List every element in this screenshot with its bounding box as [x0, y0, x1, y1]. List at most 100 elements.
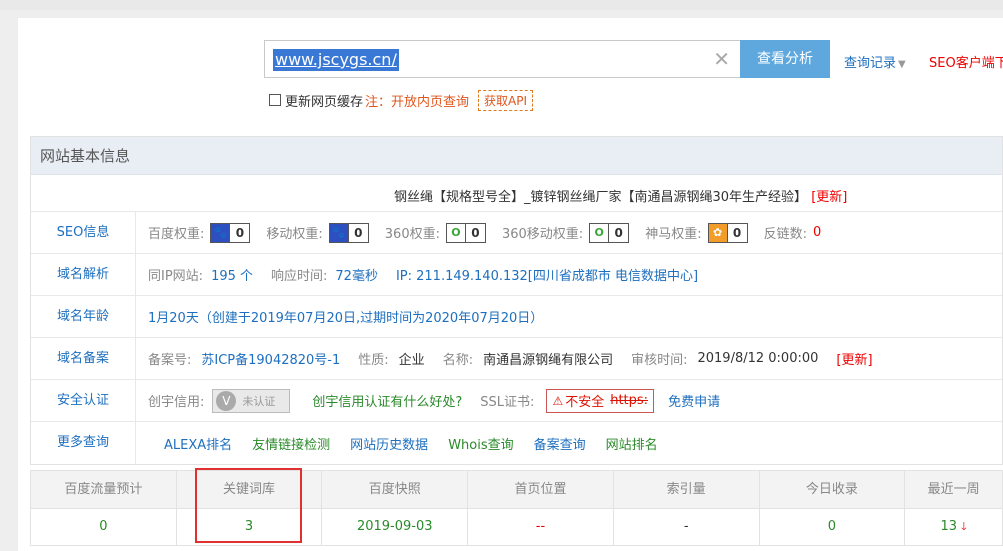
- audit-time-value: 2019/8/12 0:00:00: [697, 351, 819, 366]
- paw-icon: 🐾: [211, 223, 230, 242]
- q360-icon: O: [590, 223, 609, 242]
- q360m-weight-label: 360移动权重:: [501, 227, 584, 242]
- paw-icon: 🐾: [329, 223, 348, 242]
- link-history[interactable]: 网站历史数据: [350, 434, 428, 453]
- baidu-weight-badge[interactable]: 🐾 0: [210, 222, 251, 243]
- free-apply-link[interactable]: 免费申请: [668, 391, 720, 410]
- backlink-value[interactable]: 0: [813, 225, 821, 240]
- update-record-link[interactable]: [更新]: [836, 349, 872, 368]
- ip-info[interactable]: IP: 211.149.140.132[四川省成都市 电信数据中心]: [396, 265, 698, 284]
- q360-weight-value: 0: [464, 223, 485, 242]
- link-site-rank[interactable]: 网站排名: [606, 434, 658, 453]
- search-input[interactable]: www.jscygs.cn/: [273, 49, 399, 71]
- site-title-row: 钢丝绳【规格型号全】_镀锌钢丝绳厂家【南通昌源钢绳30年生产经验】 [更新]: [31, 175, 1002, 212]
- week-value: 13: [940, 519, 958, 534]
- v-icon: V: [216, 390, 237, 411]
- seo-client-link[interactable]: SEO客户端下: [929, 52, 1003, 71]
- age-row: 域名年龄 1月20天（创建于2019年07月20日,过期时间为2020年07月2…: [31, 296, 1002, 338]
- shenma-icon: ✿: [708, 223, 727, 242]
- chevron-down-icon: ▼: [898, 59, 906, 70]
- analyze-button[interactable]: 查看分析: [740, 40, 830, 78]
- close-icon[interactable]: ✕: [713, 48, 730, 70]
- record-no-value[interactable]: 苏ICP备19042820号-1: [201, 349, 340, 368]
- company-name-label: 名称:: [442, 353, 474, 368]
- traffic-value[interactable]: 0: [31, 509, 177, 545]
- security-label[interactable]: 安全认证: [31, 380, 136, 421]
- backlink-label: 反链数:: [763, 227, 807, 242]
- seo-label[interactable]: SEO信息: [31, 212, 136, 253]
- record-row: 域名备案 备案号: 苏ICP备19042820号-1 性质: 企业 名称: 南通…: [31, 338, 1002, 380]
- record-label[interactable]: 域名备案: [31, 338, 136, 379]
- ssl-unsafe-badge[interactable]: ⚠ 不安全 https:: [546, 388, 655, 413]
- sm-weight-value: 0: [726, 223, 747, 242]
- link-friend-check[interactable]: 友情链接检测: [252, 434, 330, 453]
- today-index-value[interactable]: 0: [760, 509, 906, 545]
- stats-header: 百度流量预计: [31, 471, 177, 508]
- q360-weight-badge[interactable]: O0: [445, 222, 486, 243]
- sm-weight-badge[interactable]: ✿ 0: [707, 222, 748, 243]
- site-info-panel: 网站基本信息 钢丝绳【规格型号全】_镀锌钢丝绳厂家【南通昌源钢绳30年生产经验】…: [30, 136, 1003, 465]
- baidu-weight-value: 0: [229, 223, 249, 242]
- sm-weight-label: 神马权重:: [645, 227, 702, 242]
- same-ip-value[interactable]: 195 个: [211, 265, 253, 284]
- security-row: 安全认证 创宇信用: V 未认证 创宇信用认证有什么好处? SSL证书: ⚠ 不安全…: [31, 380, 1002, 422]
- history-label: 查询记录: [844, 56, 897, 71]
- history-link[interactable]: 查询记录 ▼: [844, 52, 906, 71]
- update-title-link[interactable]: [更新]: [811, 190, 847, 205]
- index-value: -: [614, 509, 760, 545]
- q360-weight-label: 360权重:: [384, 227, 440, 242]
- uncertified-badge[interactable]: V 未认证: [212, 388, 291, 413]
- options-row: 更新网页缓存 注：开放内页查询 获取API: [269, 89, 534, 111]
- mobile-weight-value: 0: [347, 223, 368, 242]
- warning-icon: ⚠: [552, 393, 564, 408]
- audit-time-label: 审核时间:: [631, 353, 688, 368]
- home-position-value: --: [468, 509, 614, 545]
- cert-text: 未认证: [242, 394, 276, 408]
- panel-title: 网站基本信息: [31, 137, 1002, 175]
- q360m-weight-value: 0: [608, 223, 628, 242]
- site-title: 钢丝绳【规格型号全】_镀锌钢丝绳厂家【南通昌源钢绳30年生产经验】: [394, 190, 808, 205]
- stats-header: 索引量: [614, 471, 760, 508]
- response-time-value: 72毫秒: [335, 269, 378, 284]
- refresh-cache-label: 更新网页缓存: [285, 94, 364, 110]
- search-input-box[interactable]: www.jscygs.cn/ ✕: [264, 40, 741, 78]
- snapshot-value[interactable]: 2019-09-03: [322, 509, 469, 545]
- stats-value-row: 0 3 2019-09-03 -- - 0 13 🡓: [31, 509, 1002, 545]
- keyword-highlight-box: [195, 468, 302, 543]
- refresh-cache-checkbox[interactable]: [269, 94, 281, 106]
- link-alexa[interactable]: ALEXA排名: [164, 434, 232, 453]
- chuangyu-benefit-link[interactable]: 创宇信用认证有什么好处?: [312, 391, 462, 410]
- stats-header-row: 百度流量预计 关键词库 百度快照 首页位置 索引量 今日收录 最近一周: [31, 471, 1002, 509]
- dns-row: 域名解析 同IP网站: 195 个 响应时间: 72毫秒 IP: 211.149…: [31, 254, 1002, 296]
- stats-table: 百度流量预计 关键词库 百度快照 首页位置 索引量 今日收录 最近一周 0 3 …: [30, 470, 1003, 546]
- record-no-label: 备案号:: [148, 353, 192, 368]
- mobile-weight-label: 移动权重:: [266, 227, 323, 242]
- age-label[interactable]: 域名年龄: [31, 296, 136, 337]
- ssl-label: SSL证书:: [480, 395, 535, 410]
- q360m-weight-badge[interactable]: O0: [589, 222, 630, 243]
- inner-page-note[interactable]: 注：开放内页查询: [365, 91, 469, 110]
- age-value: 1月20天（创建于2019年07月20日,过期时间为2020年07月20日）: [148, 311, 544, 326]
- mobile-weight-badge[interactable]: 🐾 0: [328, 222, 369, 243]
- link-record-query[interactable]: 备案查询: [534, 434, 586, 453]
- more-label[interactable]: 更多查询: [31, 422, 136, 464]
- stats-header: 百度快照: [322, 471, 469, 508]
- response-time-label: 响应时间:: [271, 269, 328, 284]
- stats-header: 首页位置: [468, 471, 614, 508]
- link-whois[interactable]: Whois查询: [448, 434, 513, 453]
- company-name-value: 南通昌源钢绳有限公司: [483, 353, 614, 368]
- ssl-unsafe-text: 不安全: [565, 395, 605, 410]
- week-value-cell[interactable]: 13 🡓: [905, 509, 1002, 545]
- arrow-down-icon: 🡓: [961, 520, 967, 533]
- chuangyu-label: 创宇信用:: [148, 395, 205, 410]
- top-strip: [0, 0, 1003, 10]
- baidu-weight-label: 百度权重:: [148, 227, 205, 242]
- get-api-button[interactable]: 获取API: [478, 89, 534, 111]
- more-row: 更多查询 ALEXA排名 友情链接检测 网站历史数据 Whois查询 备案查询 …: [31, 422, 1002, 464]
- nature-label: 性质:: [358, 353, 389, 368]
- nature-value: 企业: [398, 353, 425, 368]
- same-ip-label: 同IP网站:: [148, 269, 204, 284]
- q360-icon: O: [446, 223, 465, 242]
- dns-label[interactable]: 域名解析: [31, 254, 136, 295]
- ssl-https-text: https:: [610, 393, 649, 408]
